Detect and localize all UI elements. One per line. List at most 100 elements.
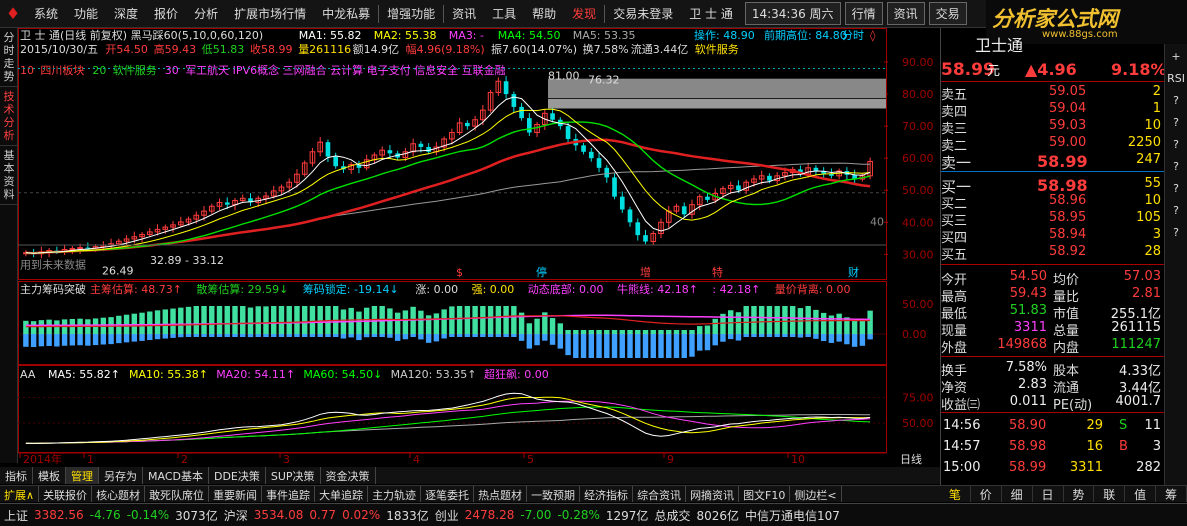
extension-tab-6[interactable]: 大单追踪 [315, 486, 369, 502]
right-tool-3[interactable]: ? [1165, 112, 1187, 132]
indicator-tab-4[interactable]: MACD基本 [143, 467, 209, 484]
indicator-tab-0[interactable]: 指标 [0, 467, 33, 484]
settings-icon[interactable]: ◊ [870, 29, 876, 42]
bid-price[interactable]: 58.92 [1049, 244, 1086, 259]
left-tab-1[interactable]: 技术分析 [0, 87, 18, 146]
menu-item-10[interactable]: 帮助 [524, 5, 564, 22]
left-tab-char: 本 [3, 162, 15, 175]
menu-item-8[interactable]: 资讯 [444, 5, 484, 22]
event-marker-4[interactable]: 财 [848, 265, 859, 279]
right-tool-7[interactable]: ? [1165, 200, 1187, 220]
low-annotation: 32.89 - 33.12 [150, 254, 224, 267]
menu-button-2[interactable]: 交易 [928, 2, 967, 25]
stat-row-2: 最低 51.83 市值 255.1亿 [941, 303, 1165, 322]
indicator-tab-7[interactable]: 资金决策 [321, 467, 376, 484]
right-tool-6[interactable]: ? [1165, 178, 1187, 198]
extension-tab-0[interactable]: 扩展∧ [0, 486, 40, 502]
event-marker-1[interactable]: 停 [536, 265, 547, 279]
right-tool-5[interactable]: ? [1165, 156, 1187, 176]
right-tool-1[interactable]: RSI [1165, 68, 1187, 88]
bid-label: 买五 [941, 248, 968, 263]
extension-tab-11[interactable]: 经济指标 [580, 486, 634, 502]
fenshi-link[interactable]: 分时 [842, 29, 864, 42]
extension-tab-14[interactable]: 图文F10 [739, 486, 791, 502]
extension-tab-10[interactable]: 一致预期 [527, 486, 581, 502]
candle-body [224, 202, 230, 205]
left-tab-2[interactable]: 基本资料 [0, 146, 18, 205]
menu-item-0[interactable]: 系统 [26, 5, 66, 22]
quote-tab-0[interactable]: 笔 [940, 486, 971, 502]
bid-volume: 55 [1144, 176, 1161, 191]
ask-price[interactable]: 59.00 [1049, 135, 1086, 150]
menu-item-1[interactable]: 功能 [66, 5, 106, 22]
right-tool-4[interactable]: ? [1165, 134, 1187, 154]
quote-tab-5[interactable]: 联 [1094, 486, 1126, 502]
quote-tab-3[interactable]: 日 [1033, 486, 1064, 502]
period-label[interactable]: 日线 [900, 452, 922, 465]
tick-row-2: 15:00 58.99 3311 282 [941, 460, 1165, 477]
extension-tab-9[interactable]: 热点题材 [474, 486, 528, 502]
menu-item-7[interactable]: 增强功能 [379, 5, 443, 22]
extension-tab-1[interactable]: 关联报价 [39, 486, 93, 502]
indicator-tab-5[interactable]: DDE决策 [209, 467, 266, 484]
quote-tab-4[interactable]: 势 [1064, 486, 1095, 502]
x-tick-label: 2 [181, 453, 188, 465]
indicator-tab-6[interactable]: SUP决策 [266, 467, 321, 484]
x-tick-label: 3 [283, 453, 290, 465]
ind1-item-1: 散筹估算: 29.59↓ [196, 282, 288, 296]
ind1-item-3: 涨: 0.00 [415, 283, 458, 296]
menu-button-1[interactable]: 资讯 [886, 2, 925, 25]
event-marker-2[interactable]: 增 [640, 265, 651, 279]
extension-tab-4[interactable]: 重要新闻 [209, 486, 263, 502]
ind1-item-0: 主筹估算: 48.73↑ [90, 282, 182, 296]
extension-tab-2[interactable]: 核心题材 [92, 486, 146, 502]
right-tool-0[interactable]: + [1165, 46, 1187, 66]
event-marker-3[interactable]: 特 [712, 265, 723, 279]
extension-tab-5[interactable]: 事件追踪 [262, 486, 316, 502]
ask-price[interactable]: 59.05 [1049, 84, 1086, 99]
low3-annotation: 26.49 [102, 264, 134, 277]
extension-tab-12[interactable]: 综合资讯 [633, 486, 687, 502]
kline-chart[interactable]: 卫 士 通(日线 前复权) 黑马踩60(5,10,0,60,120) MA1: 5… [18, 28, 940, 465]
extension-tab-13[interactable]: 网摘资讯 [686, 486, 740, 502]
tick-time: 15:00 [943, 460, 981, 475]
menu-item-2[interactable]: 深度 [106, 5, 146, 22]
app-logo-icon[interactable]: ♦ [0, 1, 26, 27]
event-marker-0[interactable]: $ [456, 266, 463, 279]
menu-item-discover[interactable]: 发现 [564, 5, 604, 22]
indicator-tab-1[interactable]: 模板 [33, 467, 66, 484]
quote-tab-6[interactable]: 值 [1125, 486, 1157, 502]
ind2-tick: 75.00 [902, 391, 934, 404]
quote-tab-1[interactable]: 价 [971, 486, 1002, 502]
bid-price[interactable]: 58.94 [1049, 227, 1086, 242]
right-tool-2[interactable]: ? [1165, 90, 1187, 110]
right-tool-8[interactable]: ? [1165, 222, 1187, 242]
ask-price[interactable]: 59.04 [1049, 101, 1086, 116]
indicator-tab-3[interactable]: 另存为 [99, 467, 143, 484]
menu-item-5[interactable]: 扩展市场行情 [226, 5, 314, 22]
quote-tab-7[interactable]: 筹 [1156, 486, 1187, 502]
status-item-17[interactable]: 中信万通电信107 [745, 507, 840, 524]
ask-price[interactable]: 59.03 [1049, 118, 1086, 133]
quote-tab-2[interactable]: 细 [1002, 486, 1033, 502]
ask-row-1: 卖四 59.04 1 [941, 101, 1165, 120]
candle-body [581, 145, 586, 152]
ask-price[interactable]: 58.99 [1037, 152, 1088, 171]
extension-tab-15[interactable]: 侧边栏< [790, 486, 842, 502]
extension-tab-3[interactable]: 敢死队席位 [145, 486, 210, 502]
extension-tab-8[interactable]: 逐笔委托 [421, 486, 475, 502]
extension-tab-7[interactable]: 主力轨迹 [368, 486, 422, 502]
menu-item-4[interactable]: 分析 [186, 5, 226, 22]
ind1-item-7: : 42.18↑ [712, 283, 760, 296]
x-tick-label: 2014年 [23, 452, 62, 465]
bid-price[interactable]: 58.95 [1049, 210, 1086, 225]
menu-button-0[interactable]: 行情 [844, 2, 883, 25]
menu-item-6[interactable]: 中龙私募 [314, 5, 378, 22]
menu-item-9[interactable]: 工具 [484, 5, 524, 22]
bid-price[interactable]: 58.96 [1049, 193, 1086, 208]
status-item-14: 1297亿 [605, 508, 649, 523]
left-tab-0[interactable]: 分时走势 [0, 28, 18, 87]
menu-item-3[interactable]: 报价 [146, 5, 186, 22]
trade-login-status[interactable]: 交易未登录 [605, 5, 681, 22]
indicator-tab-2[interactable]: 管理 [66, 467, 99, 484]
